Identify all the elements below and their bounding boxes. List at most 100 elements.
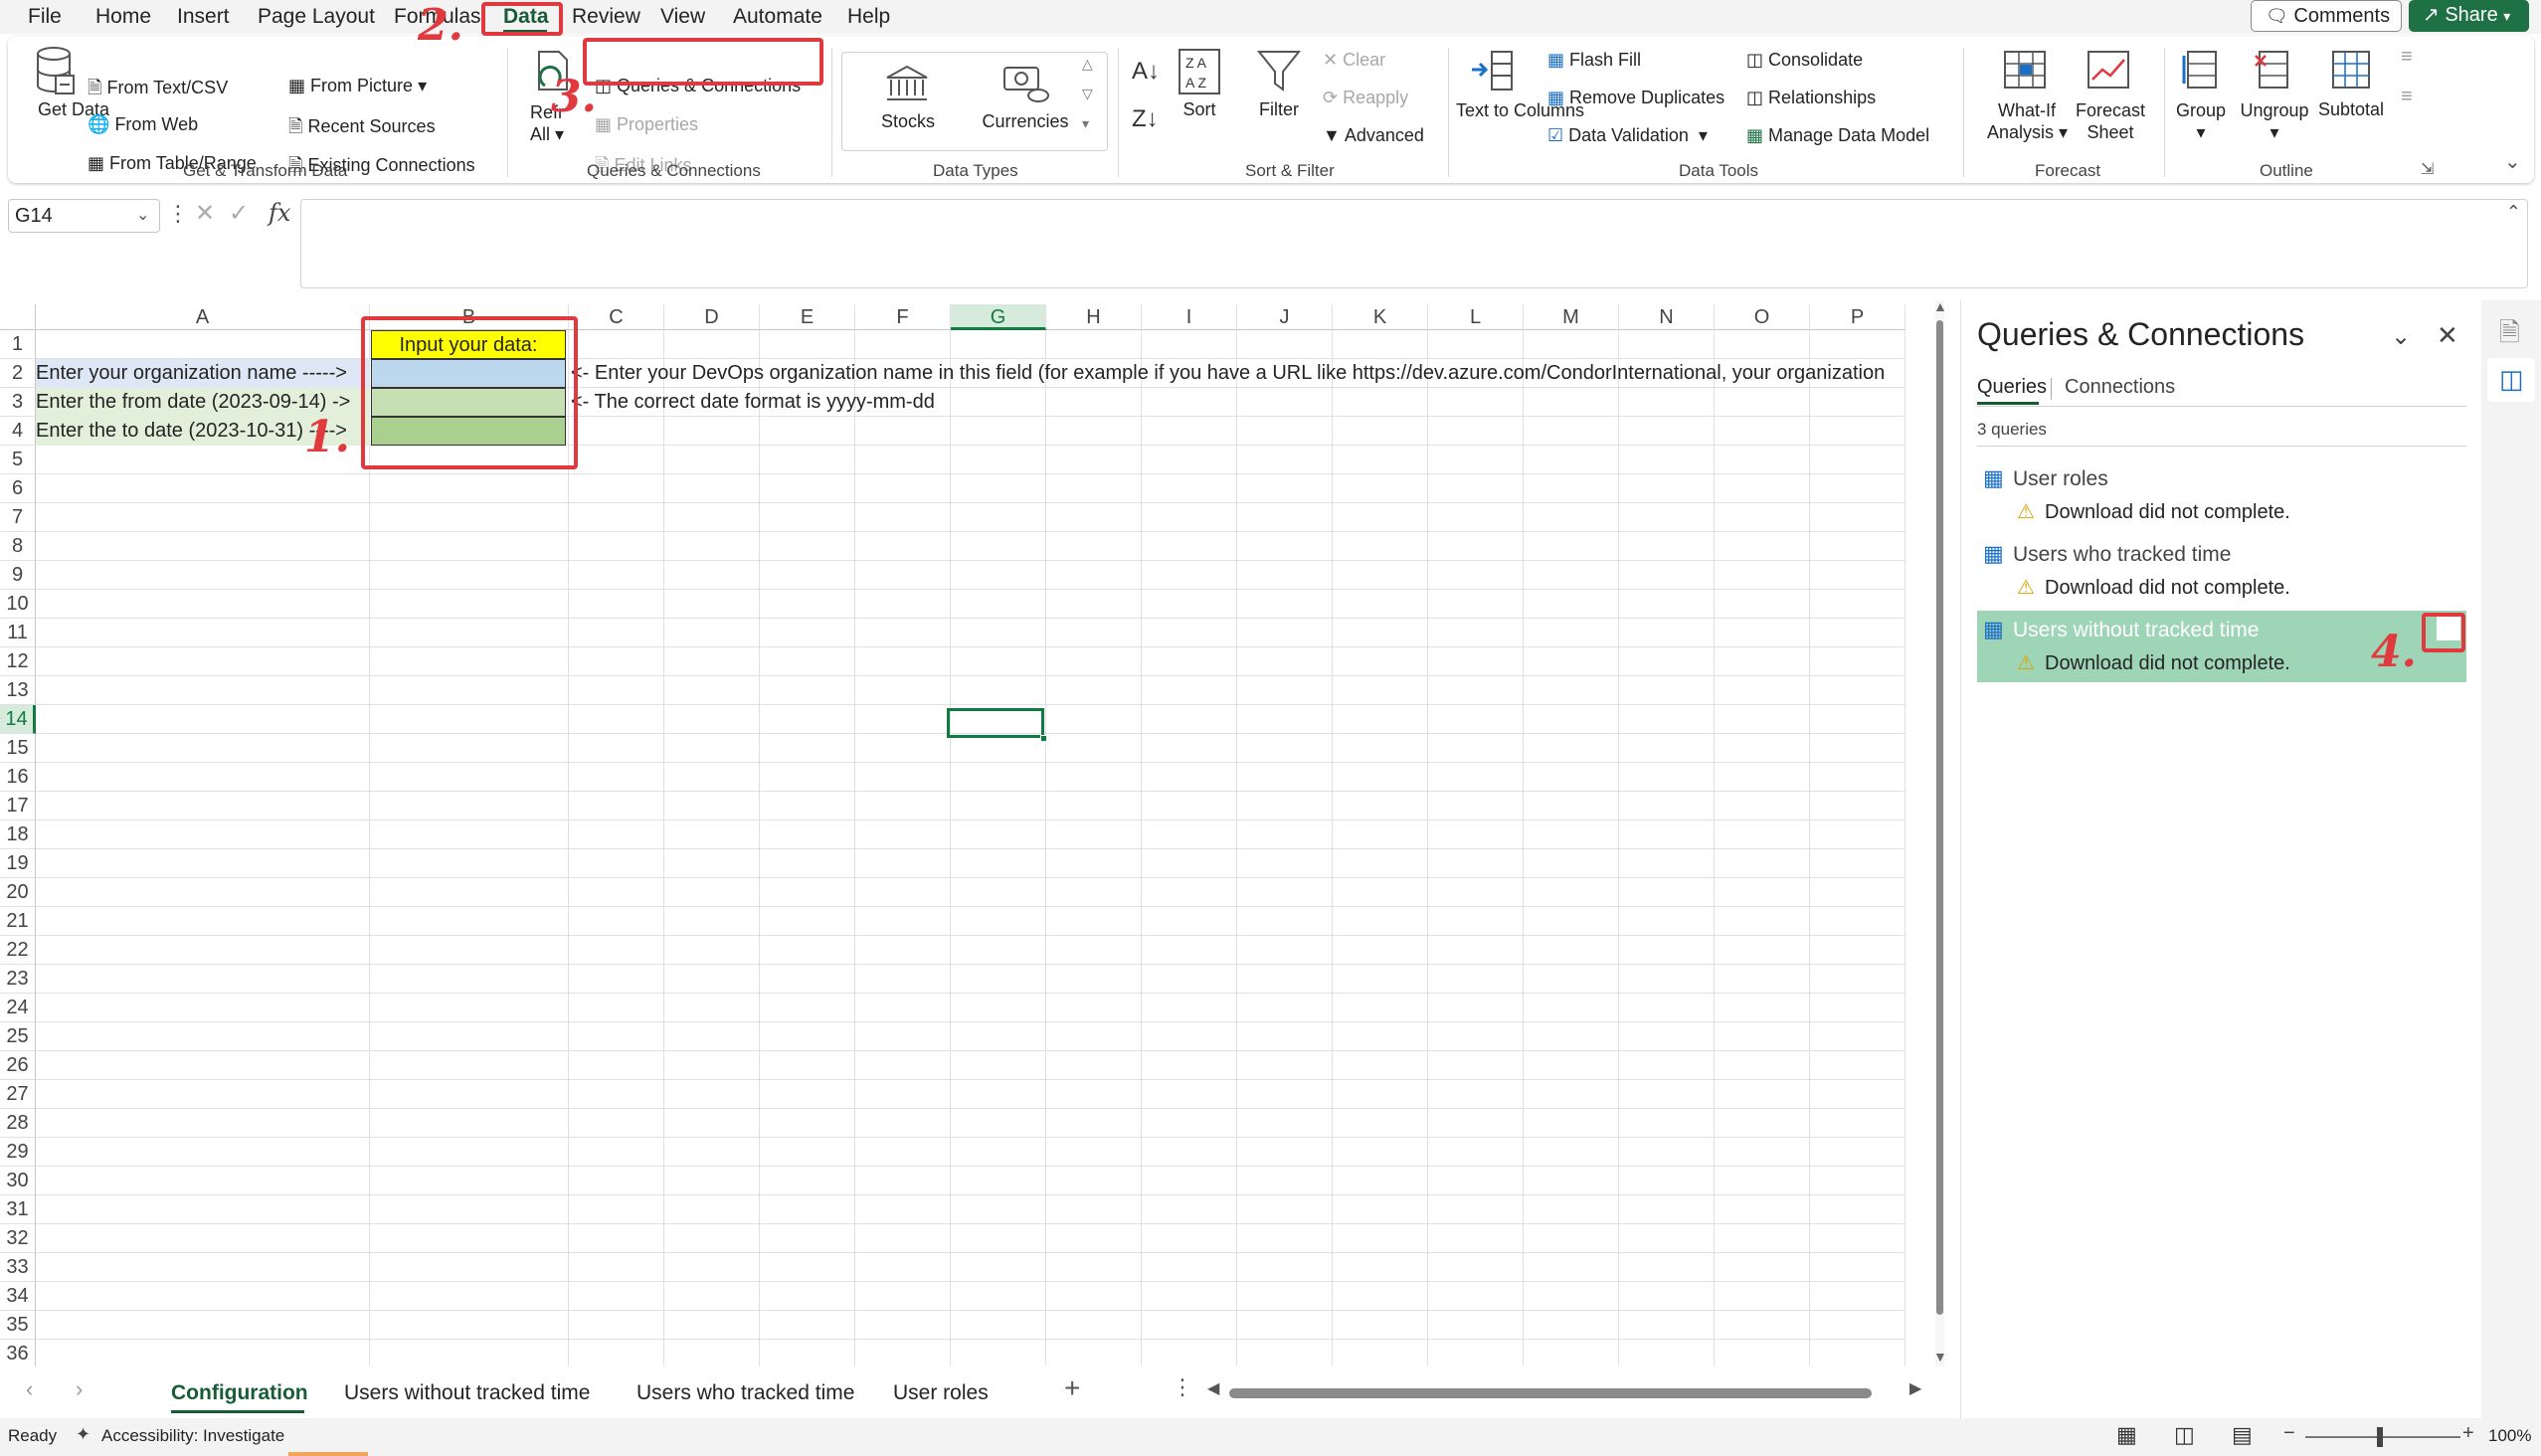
tab-page-layout[interactable]: Page Layout [258,2,375,32]
spreadsheet-grid[interactable]: ABCDEFGHIJKLMNOP 1 2 3 4 5 6 7 8 9 10 11 12 13 14 15 16… [0,300,1944,1366]
row-header[interactable]: 32 [0,1224,36,1253]
zoom-level[interactable]: 100% [2488,1426,2531,1446]
column-header[interactable]: H [1046,304,1142,330]
row-header[interactable]: 4 [0,417,36,446]
remove-duplicates-button[interactable]: ▦ Remove Duplicates [1547,88,1724,108]
row-header[interactable]: 26 [0,1051,36,1080]
pane-tab-connections[interactable]: Connections [2065,376,2175,399]
row-header[interactable]: 33 [0,1253,36,1282]
row-header[interactable]: 9 [0,561,36,590]
reapply-button[interactable]: ⟳ Reapply [1323,88,1408,108]
collapse-formula-bar-icon[interactable]: ⌃ [2506,202,2521,223]
row-header[interactable]: 8 [0,532,36,561]
tab-home[interactable]: Home [95,2,151,32]
more-sheets-icon[interactable]: ⋮ [1172,1374,1193,1400]
collapse-ribbon-icon[interactable]: ⌄ [2504,149,2521,174]
hide-detail-icon[interactable]: ≡ [2401,86,2413,108]
row-header[interactable]: 30 [0,1167,36,1195]
add-sheet-icon[interactable]: + [1064,1372,1080,1404]
column-header[interactable]: J [1237,304,1333,330]
insert-function-icon[interactable]: fx [269,199,290,227]
recent-sources-button[interactable]: 🗎 Recent Sources [288,114,436,144]
vertical-scroll-thumb[interactable] [1936,320,1943,1315]
document-icon[interactable]: 🗎 [2499,314,2520,358]
fill-handle[interactable] [1040,735,1047,742]
gallery-up-icon[interactable]: △ [1082,56,1093,73]
row-header[interactable]: 18 [0,820,36,849]
row-header[interactable]: 22 [0,936,36,965]
row-header[interactable]: 19 [0,849,36,878]
row-header[interactable]: 6 [0,474,36,503]
cell-c2[interactable]: <- Enter your DevOps organization name i… [569,359,1929,388]
flash-fill-button[interactable]: ▦ Flash Fill [1547,50,1641,71]
row-header[interactable]: 17 [0,792,36,820]
tab-review[interactable]: Review [572,2,640,32]
row-header[interactable]: 31 [0,1195,36,1224]
from-picture-button[interactable]: ▦ From Picture ▾ [288,76,427,96]
pane-options-icon[interactable]: ⌄ [2391,322,2411,351]
sheet-tab-users-who-tracked-time[interactable]: Users who tracked time [636,1376,854,1410]
row-header[interactable]: 35 [0,1311,36,1340]
show-detail-icon[interactable]: ≡ [2401,46,2413,69]
from-text-csv-button[interactable]: 🗎 From Text/CSV [88,76,228,105]
zoom-slider-thumb[interactable] [2377,1427,2383,1447]
row-header[interactable]: 20 [0,878,36,907]
column-header[interactable]: I [1142,304,1237,330]
name-box[interactable]: G14 ⌄ [8,199,160,233]
row-header[interactable]: 16 [0,763,36,792]
column-header[interactable]: A [36,304,370,330]
row-header[interactable]: 7 [0,503,36,532]
row-header[interactable]: 29 [0,1138,36,1167]
from-web-button[interactable]: 🌐 From Web [88,114,198,135]
query-item-user-roles[interactable]: ▦ User roles ⚠ Download did not complete… [1977,459,2466,531]
queries-pane-toggle[interactable]: ◫ [2487,358,2535,402]
sheet-tab-users-without-tracked-time[interactable]: Users without tracked time [344,1376,590,1410]
chevron-down-icon[interactable]: ⌄ [136,200,149,232]
more-options-icon[interactable]: ⋮ [167,201,189,227]
row-header[interactable]: 27 [0,1080,36,1109]
gallery-down-icon[interactable]: ▽ [1082,86,1093,102]
row-header[interactable]: 2 [0,359,36,388]
comments-button[interactable]: 🗨 Comments [2251,0,2402,32]
next-sheet-icon[interactable]: › [76,1376,83,1402]
normal-view-icon[interactable]: ▦ [2116,1422,2137,1448]
scroll-down-icon[interactable]: ▼ [1933,1349,1944,1365]
row-header[interactable]: 13 [0,676,36,705]
row-header[interactable]: 34 [0,1282,36,1311]
sheet-tab-configuration[interactable]: Configuration [171,1376,308,1410]
accessibility-status[interactable]: Accessibility: Investigate [101,1426,284,1446]
column-header[interactable]: G [951,304,1046,330]
row-header[interactable]: 12 [0,647,36,676]
row-header[interactable]: 3 [0,388,36,417]
column-header[interactable]: M [1524,304,1619,330]
row-header[interactable]: 36 [0,1340,36,1366]
sheet-tab-user-roles[interactable]: User roles [893,1376,989,1410]
row-header[interactable]: 23 [0,965,36,994]
row-header[interactable]: 11 [0,619,36,647]
advanced-filter-button[interactable]: ▼ Advanced [1323,125,1424,146]
data-validation-button[interactable]: ☑ Data Validation ▾ [1547,125,1708,146]
column-header[interactable]: O [1715,304,1810,330]
scroll-left-icon[interactable]: ◀ [1207,1378,1219,1398]
previous-sheet-icon[interactable]: ‹ [26,1376,33,1402]
pane-tab-queries[interactable]: Queries [1977,376,2047,399]
manage-data-model-button[interactable]: ▦ Manage Data Model [1746,125,1929,146]
sort-z-a-icon[interactable]: Z↓ [1132,105,1159,133]
tab-view[interactable]: View [660,2,705,32]
row-header[interactable]: 15 [0,734,36,763]
row-header[interactable]: 10 [0,590,36,619]
row-header[interactable]: 21 [0,907,36,936]
tab-file[interactable]: File [28,2,62,32]
enter-icon[interactable]: ✓ [229,199,249,228]
scroll-right-icon[interactable]: ▶ [1909,1378,1921,1398]
page-break-view-icon[interactable]: ▤ [2232,1422,2253,1448]
close-icon[interactable]: ✕ [2437,320,2458,351]
clear-filter-button[interactable]: ✕ Clear [1323,50,1385,71]
column-header[interactable]: E [760,304,855,330]
select-all-corner[interactable] [0,304,36,330]
sort-a-z-icon[interactable]: A↓ [1132,58,1160,86]
formula-input[interactable]: ⌃ [300,199,2528,288]
zoom-out-icon[interactable]: − [2283,1422,2295,1445]
properties-button[interactable]: ▦ Properties [595,114,698,135]
cell-a2[interactable]: Enter your organization name -----> [36,359,370,388]
